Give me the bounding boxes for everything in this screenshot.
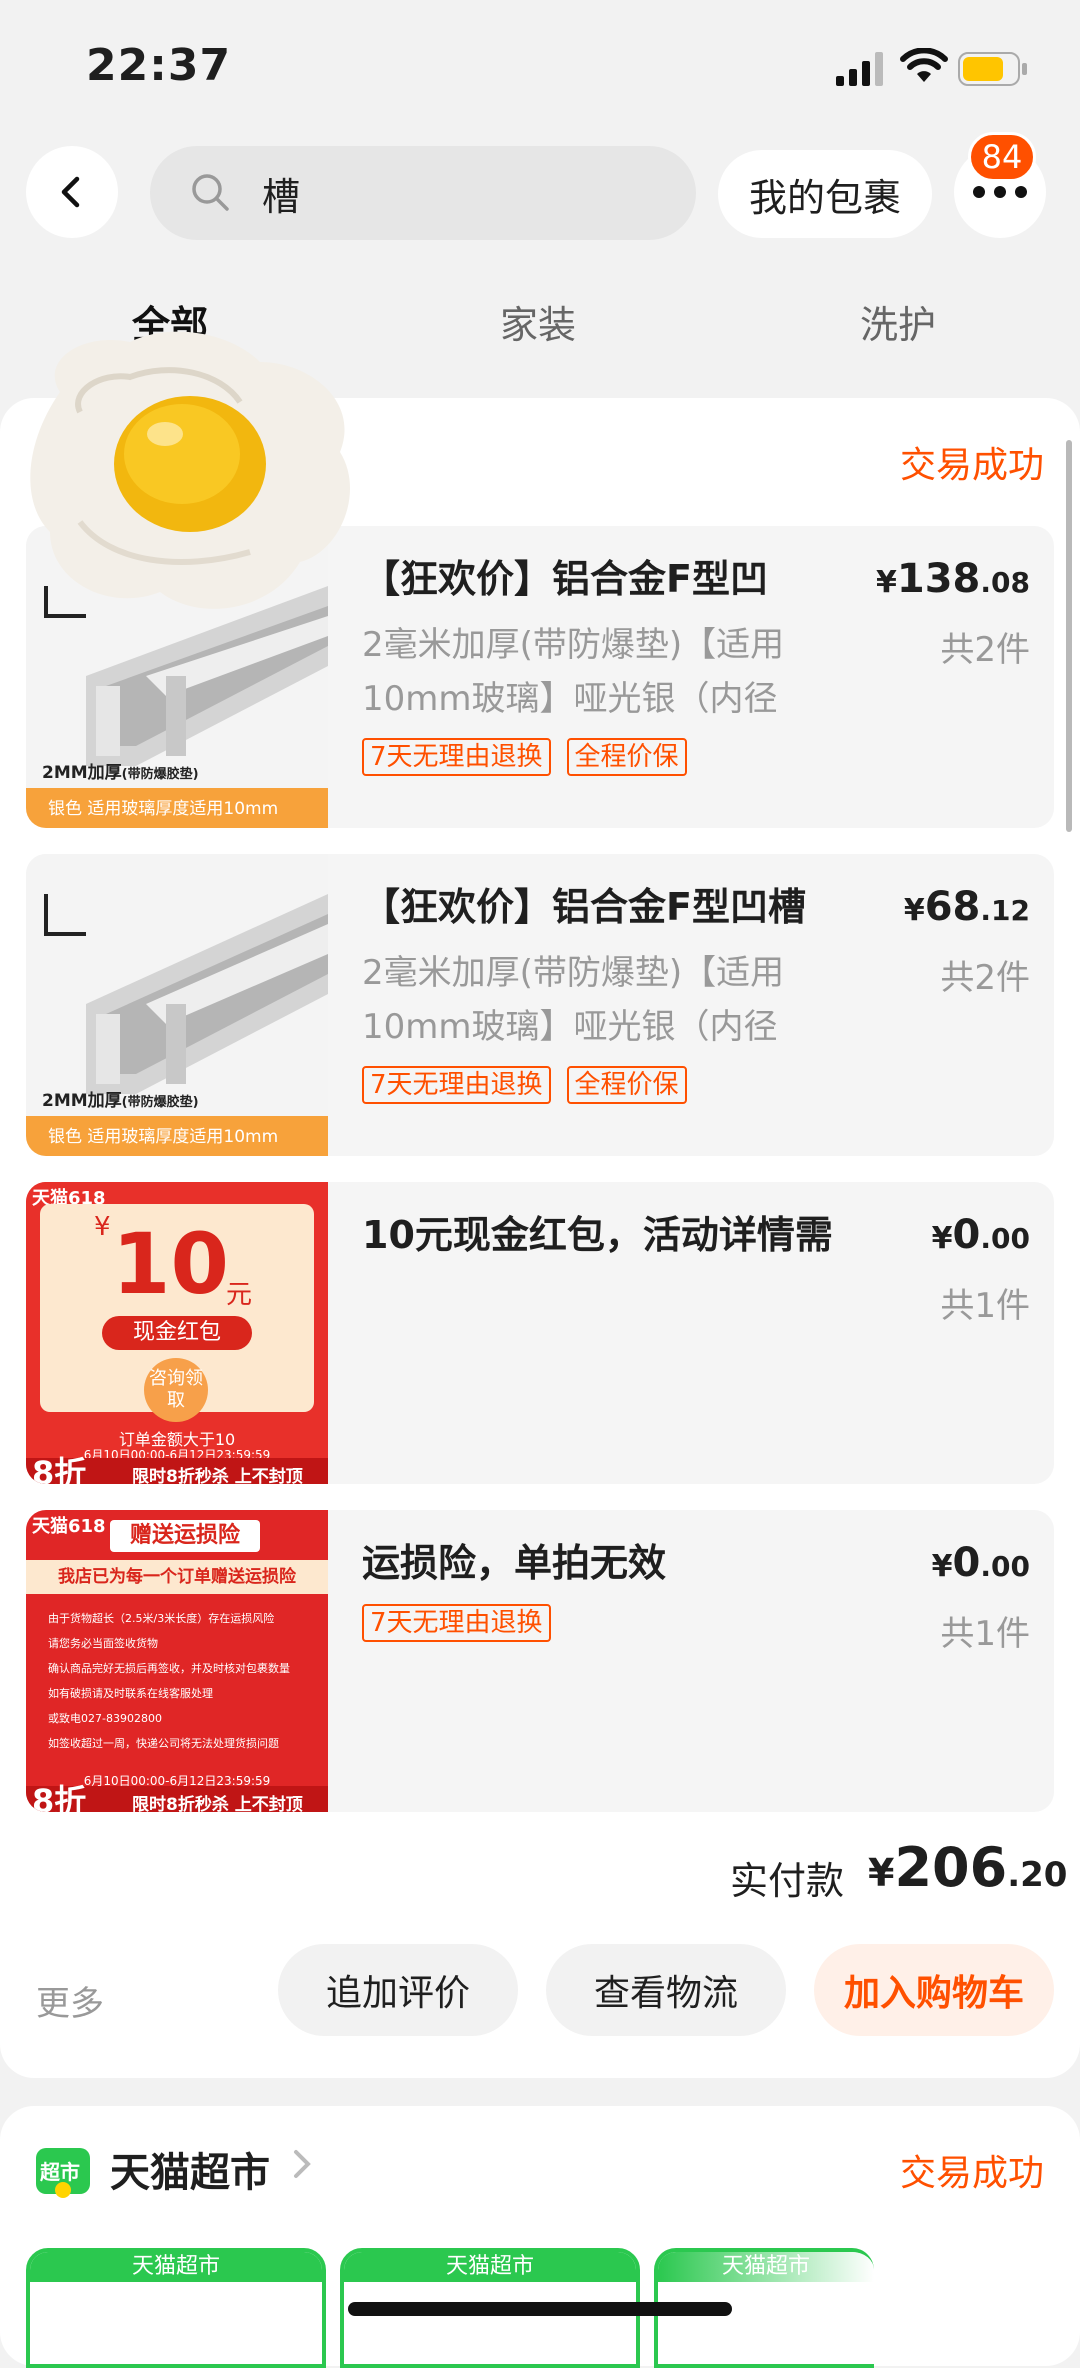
thumb-label: 现金红包 <box>102 1316 252 1350</box>
thumb-line: 由于货物超长（2.5米/3米长度）存在运损风险 <box>48 1612 275 1625</box>
thumb-discount: 8折 <box>32 1454 87 1484</box>
chevron-left-icon <box>61 176 80 208</box>
search-icon <box>192 174 229 211</box>
price-protect-tag: 全程价保 <box>566 738 687 776</box>
thumb-line: 如签收超过一周，快递公司将无法处理货损问题 <box>48 1737 279 1750</box>
wifi-icon <box>900 48 948 82</box>
thumb-band: 银色 适用玻璃厚度适用10mm <box>48 799 279 819</box>
status-time: 22:37 <box>86 40 232 91</box>
total-amount: ¥206.20 <box>868 1836 1068 1899</box>
thumb-line: 或致电027-83902800 <box>48 1712 162 1725</box>
return-tag: 7天无理由退换 <box>362 738 551 776</box>
item-price: ¥0.00 <box>931 1212 1030 1258</box>
item-desc: 2毫米加厚(带防爆垫)【适用10mm玻璃】哑光银（内径 <box>362 953 785 1047</box>
total-label: 实付款 <box>730 1859 845 1903</box>
thumb-discount: 8折 <box>32 1782 87 1812</box>
item-qty: 共2件 <box>940 630 1030 670</box>
item-qty: 共1件 <box>940 1614 1030 1654</box>
thumb-caption-sub: (带防爆胶垫) <box>121 1095 199 1110</box>
battery-icon <box>958 52 1027 86</box>
thumb-amount: 10 <box>112 1215 229 1313</box>
thumb-caption-sub: (带防爆胶垫) <box>121 767 199 782</box>
thumb-line: 如有破损请及时联系在线客服处理 <box>48 1687 213 1700</box>
product-thumbnail: 天猫618 ¥ 10 元 现金红包 咨询领取 订单金额大于10 6月10日00:… <box>26 1182 328 1484</box>
order-status: 交易成功 <box>899 445 1044 486</box>
store-name[interactable]: 天猫超市 <box>110 2140 270 2198</box>
order-item[interactable]: 天猫618 ¥ 10 元 现金红包 咨询领取 订单金额大于10 6月10日00:… <box>26 1182 1054 1484</box>
fried-egg-sticker <box>30 331 351 609</box>
thumb-caption: 2MM加厚 <box>42 763 122 783</box>
product-thumbnail: 天猫618 赠送运损险 我店已为每一个订单赠送运损险 由于货物超长（2.5米/3… <box>26 1510 328 1812</box>
add-to-cart-button[interactable]: 加入购物车 <box>814 1944 1054 2036</box>
thumb-line: 请您务必当面签收货物 <box>48 1637 158 1650</box>
chevron-right-icon <box>290 2146 314 2191</box>
thumb-caption: 2MM加厚 <box>42 1091 122 1111</box>
signal-icon <box>836 52 883 86</box>
add-review-button[interactable]: 追加评价 <box>278 1944 518 2036</box>
item-qty: 共2件 <box>940 958 1030 998</box>
message-count-badge: 84 <box>968 132 1036 182</box>
item-price: ¥0.00 <box>931 1540 1030 1586</box>
thumb-subheader: 我店已为每一个订单赠送运损险 <box>26 1560 328 1594</box>
thumb-promo: 限时8折秒杀 上不封顶 <box>132 1795 303 1812</box>
price-protect-tag: 全程价保 <box>566 1066 687 1104</box>
product-thumbnail[interactable]: 天猫超市 <box>26 2248 326 2368</box>
item-title: 10元现金红包，活动详情需 <box>362 1213 833 1257</box>
item-price: ¥68.12 <box>903 884 1030 930</box>
product-thumbnail: 2MM加厚(带防爆胶垫) 银色 适用玻璃厚度适用10mm <box>26 854 328 1156</box>
thumb-band: 银色 适用玻璃厚度适用10mm <box>48 1127 279 1147</box>
more-dots-icon <box>973 186 1027 198</box>
home-indicator[interactable] <box>348 2302 732 2316</box>
item-title: 运损险，单拍无效 <box>362 1541 667 1585</box>
tab-laundry[interactable]: 洗护 <box>860 294 936 349</box>
more-link[interactable]: 更多 <box>36 1976 104 2025</box>
thumb-header: 赠送运损险 <box>110 1520 260 1552</box>
view-logistics-button[interactable]: 查看物流 <box>546 1944 786 2036</box>
item-qty: 共1件 <box>940 1286 1030 1326</box>
thumb-unit: 元 <box>226 1280 253 1310</box>
tmall-supermarket-logo: 超市 <box>34 2142 92 2200</box>
thumb-top-label: 天猫618 <box>32 1516 106 1537</box>
my-parcel-button[interactable]: 我的包裹 <box>718 150 932 238</box>
return-tag: 7天无理由退换 <box>362 1066 551 1104</box>
item-title: 【狂欢价】铝合金F型凹槽 <box>362 885 806 929</box>
thumb-line: 确认商品完好无损后再签收，并及时核对包裹数量 <box>48 1662 290 1675</box>
thumb-promo: 限时8折秒杀 上不封顶 <box>132 1467 303 1484</box>
search-query: 槽 <box>262 175 301 219</box>
search-input[interactable]: 槽 <box>150 146 696 240</box>
order-item[interactable]: 2MM加厚(带防爆胶垫) 银色 适用玻璃厚度适用10mm 【狂欢价】铝合金F型凹… <box>26 854 1054 1156</box>
order-status: 交易成功 <box>899 2153 1044 2194</box>
order-item[interactable]: 天猫618 赠送运损险 我店已为每一个订单赠送运损险 由于货物超长（2.5米/3… <box>26 1510 1054 1812</box>
return-tag: 7天无理由退换 <box>362 1604 551 1642</box>
back-button[interactable] <box>26 146 118 238</box>
tab-home-decor[interactable]: 家装 <box>500 294 576 349</box>
item-desc: 2毫米加厚(带防爆垫)【适用10mm玻璃】哑光银（内径 <box>362 625 785 719</box>
item-title: 【狂欢价】铝合金F型凹 <box>362 557 768 601</box>
thumb-button: 咨询领取 <box>144 1358 208 1422</box>
scrollbar[interactable] <box>1066 440 1072 832</box>
item-price: ¥138.08 <box>876 556 1030 602</box>
